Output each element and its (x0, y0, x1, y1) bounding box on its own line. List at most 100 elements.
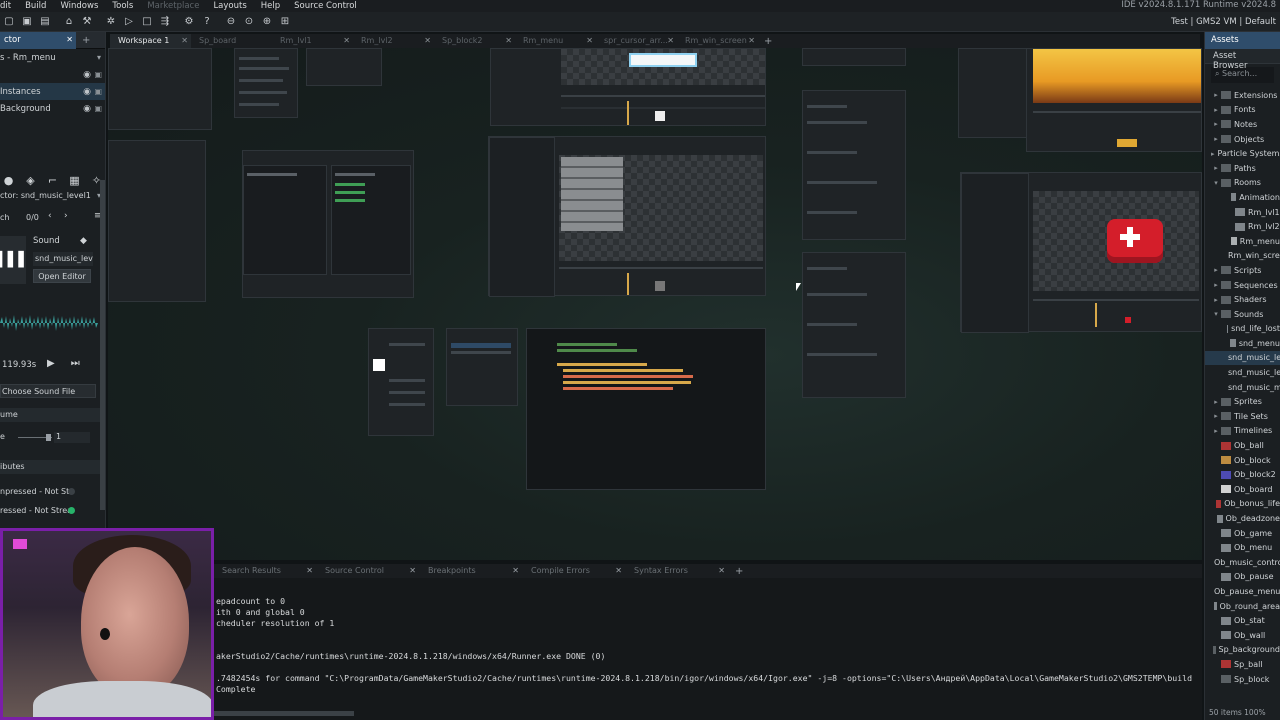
asset-tree-item[interactable]: snd_life_lost (1205, 322, 1280, 337)
asset-tree-item[interactable]: Sp_ball (1205, 657, 1280, 672)
tab-compile-errors[interactable]: Compile Errors ✕ (523, 564, 626, 578)
chevron-right-icon[interactable]: ▸ (1211, 412, 1221, 420)
eye-icon[interactable]: ◉ (83, 87, 91, 97)
asset-tree-item[interactable]: Rm_lvl1 (1205, 205, 1280, 220)
asset-tree-item[interactable]: Rm_menu (1205, 234, 1280, 249)
asset-tree-item[interactable]: Ob_block (1205, 453, 1280, 468)
close-icon[interactable]: ✕ (667, 36, 674, 45)
chevron-down-icon[interactable]: ▾ (97, 53, 101, 62)
play-icon[interactable]: ▶ (47, 358, 55, 369)
asset-tree-item[interactable]: Ob_game (1205, 526, 1280, 541)
clean-icon[interactable]: ⌂ (61, 14, 77, 30)
lock-icon[interactable]: ▣ (94, 70, 102, 79)
tab-sp-board[interactable]: Sp_board (191, 34, 272, 48)
tile-layer-icon[interactable]: ◈ (24, 174, 37, 187)
volume-slider-handle[interactable] (46, 434, 51, 441)
chevron-right-icon[interactable]: ▸ (1211, 164, 1221, 172)
create-executable-icon[interactable]: ⇶ (157, 14, 173, 30)
menu-edit[interactable]: dit (0, 1, 18, 11)
asset-tree-item[interactable]: Rm_win_screen (1205, 249, 1280, 264)
zoom-out-icon[interactable]: ⊖ (223, 14, 239, 30)
menu-source-control[interactable]: Source Control (287, 1, 364, 11)
path-layer-icon[interactable]: ⌐ (46, 174, 59, 187)
asset-tree-item[interactable]: Ob_pause_menu (1205, 584, 1280, 599)
asset-tree-item[interactable]: Ob_round_area (1205, 599, 1280, 614)
chevron-right-icon[interactable]: ▸ (1211, 106, 1221, 114)
asset-search-input[interactable]: ⌕ Search... (1211, 67, 1274, 83)
asset-tree-item[interactable]: ▸ Timelines (1205, 424, 1280, 439)
chevron-right-icon[interactable]: ▸ (1211, 398, 1221, 406)
asset-tree-item[interactable]: ▸ Extensions (1205, 88, 1280, 103)
save-icon[interactable]: ▤ (37, 14, 53, 30)
close-icon[interactable]: ✕ (66, 35, 73, 44)
layer-instances[interactable]: Instances ◉ ▣ (0, 83, 105, 100)
chevron-down-icon[interactable]: ▾ (1211, 310, 1221, 318)
tab-syntax-errors[interactable]: Syntax Errors ✕ (626, 564, 729, 578)
left-scrollbar[interactable] (100, 180, 105, 510)
help-icon[interactable]: ? (199, 14, 215, 30)
asset-tree-item[interactable]: ▸ Objects (1205, 132, 1280, 147)
asset-tree-item[interactable]: ▸ Sequences (1205, 278, 1280, 293)
eye-icon[interactable]: ◉ (83, 104, 91, 114)
run-icon[interactable]: ▷ (121, 14, 137, 30)
asset-tree-item[interactable]: Ob_board (1205, 482, 1280, 497)
tab-workspace-1[interactable]: Workspace 1 ✕ (110, 34, 191, 48)
tab-rm-win-screen[interactable]: Rm_win_screen ✕ (677, 34, 758, 48)
chevron-right-icon[interactable]: ▸ (1211, 91, 1221, 99)
volume-value-field[interactable]: 1 (54, 432, 90, 443)
asset-tree-item[interactable]: ▸ Fonts (1205, 103, 1280, 118)
menu-layouts[interactable]: Layouts (206, 1, 253, 11)
chevron-right-icon[interactable]: › (64, 211, 68, 221)
asset-tree-item[interactable]: ▸ Particle Systems (1205, 146, 1280, 161)
close-icon[interactable]: ✕ (181, 36, 188, 45)
open-folder-icon[interactable]: ▣ (19, 14, 35, 30)
asset-tree-item[interactable]: Animation (1205, 190, 1280, 205)
close-icon[interactable]: ✕ (306, 566, 313, 575)
choose-sound-file-button[interactable]: Choose Sound File (0, 384, 96, 398)
room-name-row[interactable]: s - Rm_menu ▾ (0, 49, 105, 66)
asset-tree-item[interactable]: ▸ Sprites (1205, 394, 1280, 409)
chevron-right-icon[interactable]: ▸ (1211, 135, 1221, 143)
asset-tree-item[interactable]: ▸ Paths (1205, 161, 1280, 176)
asset-tree-item[interactable]: Ob_menu (1205, 540, 1280, 555)
output-console[interactable]: epadcount to 0 ith 0 and global 0 chedul… (214, 578, 1202, 720)
asset-tree-item[interactable]: ▾ Rooms (1205, 176, 1280, 191)
asset-tree-item[interactable]: snd_menu (1205, 336, 1280, 351)
close-icon[interactable]: ✕ (424, 36, 431, 45)
tab-rm-lvl1[interactable]: Rm_lvl1 ✕ (272, 34, 353, 48)
chevron-right-icon[interactable]: ▸ (1211, 296, 1221, 304)
sprite-editor-window[interactable] (490, 48, 766, 126)
sprite-editor-window[interactable] (1026, 48, 1202, 152)
compressed-option-2[interactable]: ressed - Not Strea (0, 506, 72, 515)
layer-background[interactable]: Background ◉ ▣ (0, 100, 105, 117)
chevron-right-icon[interactable]: ▸ (1211, 427, 1221, 435)
tab-search-results[interactable]: Search Results ✕ (214, 564, 317, 578)
code-editor-window[interactable] (526, 328, 766, 490)
close-icon[interactable]: ✕ (615, 566, 622, 575)
chevron-right-icon[interactable]: ▸ (1211, 120, 1221, 128)
tab-spr-cursor[interactable]: spr_cursor_arr... ✕ (596, 34, 677, 48)
menu-help[interactable]: Help (254, 1, 287, 11)
asset-tree-item[interactable]: snd_music_level2 (1205, 365, 1280, 380)
zoom-in-icon[interactable]: ⊕ (259, 14, 275, 30)
add-tab-icon[interactable]: + (729, 564, 749, 578)
asset-tree-item[interactable]: ▸ Shaders (1205, 292, 1280, 307)
asset-tree-item[interactable]: ▸ Scripts (1205, 263, 1280, 278)
menu-marketplace[interactable]: Marketplace (140, 1, 206, 11)
close-icon[interactable]: ✕ (512, 566, 519, 575)
asset-tree-item[interactable]: Sp_block (1205, 672, 1280, 687)
sprite-editor-window[interactable] (960, 172, 1202, 333)
circle-icon[interactable]: ● (2, 174, 15, 187)
asset-tree-item[interactable]: Rm_lvl2 (1205, 219, 1280, 234)
debug-icon[interactable]: ✲ (103, 14, 119, 30)
asset-tree-item[interactable]: Ob_block2 (1205, 467, 1280, 482)
target-selector[interactable]: Test | GMS2 VM | Default (1171, 17, 1276, 27)
horizontal-scrollbar[interactable] (214, 711, 354, 716)
sound-editor-window[interactable] (802, 90, 906, 240)
workspace-canvas[interactable] (108, 48, 1202, 560)
close-icon[interactable]: ✕ (718, 566, 725, 575)
fit-window-icon[interactable]: ⊞ (277, 14, 293, 30)
editor-window-thumbnail[interactable] (234, 48, 298, 118)
attributes-section-header[interactable]: ibutes (0, 460, 100, 474)
chevron-right-icon[interactable]: ▸ (1211, 150, 1215, 158)
